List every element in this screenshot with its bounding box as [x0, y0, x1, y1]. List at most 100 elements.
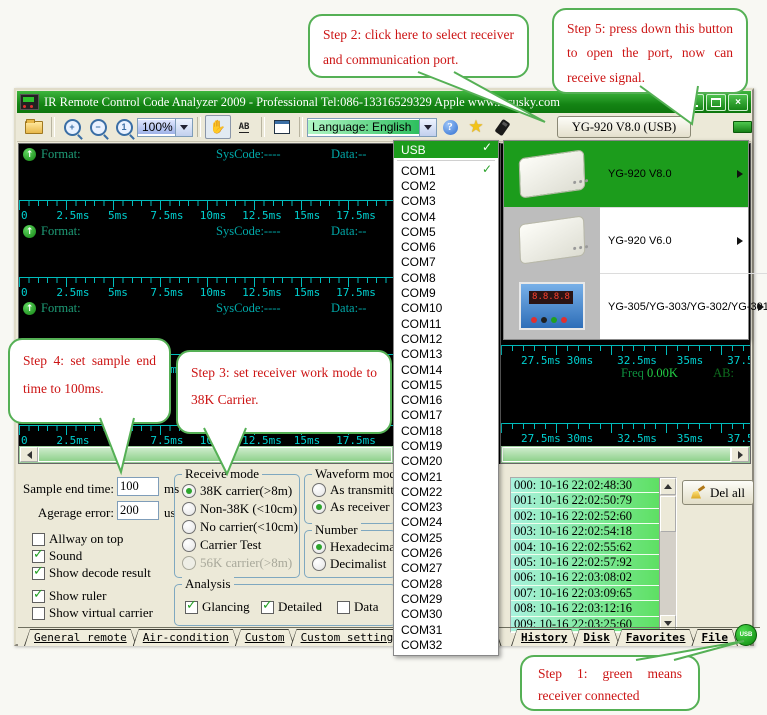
- com-menu-item-com27[interactable]: COM27: [394, 561, 498, 576]
- tab-custom[interactable]: Custom: [235, 629, 295, 646]
- radio-no-carrier-10cm-[interactable]: No carrier(<10cm): [182, 519, 298, 535]
- ruler-tick-label: 32.5ms: [617, 432, 657, 445]
- history-list-item[interactable]: 001: 10-16 22:02:50:79: [511, 493, 676, 508]
- com-menu-item-com4[interactable]: COM4: [394, 209, 498, 224]
- radio-as-receiver[interactable]: As receiver: [312, 499, 390, 515]
- com-menu-item-com6[interactable]: COM6: [394, 239, 498, 254]
- com-menu-item-com23[interactable]: COM23: [394, 500, 498, 515]
- checkbox-box: ✓: [32, 567, 45, 580]
- checkbox-detailed[interactable]: ✓Detailed: [261, 599, 322, 615]
- checkbox-sound[interactable]: ✓Sound: [32, 548, 82, 564]
- radio-non-38k-10cm-[interactable]: Non-38K (<10cm): [182, 501, 297, 517]
- history-list-item[interactable]: 003: 10-16 22:02:54:18: [511, 524, 676, 539]
- com-menu-item-com9[interactable]: COM9: [394, 285, 498, 300]
- history-list-item[interactable]: 008: 10-16 22:03:12:16: [511, 601, 676, 616]
- tab-air-condition[interactable]: Air-condition: [133, 629, 239, 646]
- panel-window-button[interactable]: [269, 115, 295, 139]
- com-menu-item-com15[interactable]: COM15: [394, 377, 498, 392]
- scroll-up-button[interactable]: [660, 478, 676, 495]
- device-menu-item[interactable]: 8.8.8.8YG-305/YG-303/YG-302/YG-301: [504, 273, 748, 339]
- radio-decimalist[interactable]: Decimalist: [312, 556, 386, 572]
- com-menu-item-com24[interactable]: COM24: [394, 515, 498, 530]
- com-menu-item-com14[interactable]: COM14: [394, 362, 498, 377]
- scrollbar-track[interactable]: [502, 447, 731, 462]
- checkbox-label: Show decode result: [49, 565, 151, 581]
- radio-carrier-test[interactable]: Carrier Test: [182, 537, 261, 553]
- maximize-button[interactable]: [706, 94, 726, 111]
- history-vscrollbar[interactable]: [659, 478, 676, 632]
- history-list-item[interactable]: 006: 10-16 22:03:08:02: [511, 570, 676, 585]
- open-file-button[interactable]: [21, 115, 47, 139]
- zoom-level-select[interactable]: 100%: [137, 118, 193, 137]
- checkbox-show-decode-result[interactable]: ✓ Show decode result: [32, 565, 151, 581]
- scroll-left-button[interactable]: [20, 447, 38, 462]
- checkbox-show-virtual-carrier[interactable]: Show virtual carrier: [32, 605, 153, 621]
- device-menu-item[interactable]: YG-920 V6.0: [504, 207, 748, 273]
- freq-value: 0.00K: [647, 366, 678, 380]
- waveform-hscrollbar-right[interactable]: [501, 446, 750, 463]
- checkbox-show-ruler[interactable]: ✓Show ruler: [32, 588, 106, 604]
- measure-ab-icon: AB: [239, 122, 250, 133]
- com-menu-item-com26[interactable]: COM26: [394, 545, 498, 560]
- history-list-item[interactable]: 007: 10-16 22:03:09:65: [511, 586, 676, 601]
- checkbox-allway-on-top[interactable]: Allway on top: [32, 531, 123, 547]
- zoom-out-button[interactable]: −: [85, 115, 111, 139]
- com-menu-item-com10[interactable]: COM10: [394, 301, 498, 316]
- zoom-dropdown-button[interactable]: [175, 119, 192, 136]
- scroll-right-button[interactable]: [731, 447, 749, 462]
- com-menu-item-com20[interactable]: COM20: [394, 454, 498, 469]
- callout-step4: Step 4: set sample end time to 100ms.: [8, 338, 171, 424]
- history-list[interactable]: 000: 10-16 22:02:48:30001: 10-16 22:02:5…: [510, 477, 677, 633]
- com-menu-item-com28[interactable]: COM28: [394, 576, 498, 591]
- com-menu-item-com21[interactable]: COM21: [394, 469, 498, 484]
- radio-as-transmitter[interactable]: As transmitter: [312, 482, 404, 498]
- com-menu-item-com12[interactable]: COM12: [394, 331, 498, 346]
- checkbox-glancing[interactable]: ✓Glancing: [185, 599, 250, 615]
- com-menu-item-com31[interactable]: COM31: [394, 622, 498, 637]
- com-menu-item-com29[interactable]: COM29: [394, 591, 498, 606]
- com-menu-item-com32[interactable]: COM32: [394, 637, 498, 652]
- com-menu-item-com17[interactable]: COM17: [394, 408, 498, 423]
- com-menu-item-com13[interactable]: COM13: [394, 347, 498, 362]
- sample-end-time-input[interactable]: [117, 477, 159, 496]
- scrollbar-thumb[interactable]: [660, 496, 676, 532]
- com-menu-item-com22[interactable]: COM22: [394, 484, 498, 499]
- radio-label: Hexadecimal: [330, 539, 399, 555]
- tab-disk[interactable]: Disk: [573, 629, 620, 646]
- delete-all-button[interactable]: Del all: [682, 480, 754, 505]
- tab-history[interactable]: History: [511, 629, 577, 646]
- radio-56k-carrier-8m-[interactable]: 56K carrier(>8m): [182, 555, 292, 571]
- tab-general-remote[interactable]: General remote: [24, 629, 137, 646]
- com-menu-item-com8[interactable]: COM8: [394, 270, 498, 285]
- com-menu-item-com19[interactable]: COM19: [394, 438, 498, 453]
- com-menu-item-com11[interactable]: COM11: [394, 316, 498, 331]
- open-port-button[interactable]: [733, 121, 752, 133]
- history-list-item[interactable]: 005: 10-16 22:02:57:92: [511, 555, 676, 570]
- close-button[interactable]: ×: [728, 94, 748, 111]
- history-list-item[interactable]: 000: 10-16 22:02:48:30: [511, 478, 676, 493]
- com-menu-item-com2[interactable]: COM2: [394, 178, 498, 193]
- tab-custom-settings[interactable]: Custom settings: [291, 629, 410, 646]
- zoom-in-button[interactable]: +: [59, 115, 85, 139]
- com-menu-item-com16[interactable]: COM16: [394, 392, 498, 407]
- zoom-actual-button[interactable]: 1: [111, 115, 137, 139]
- history-list-item[interactable]: 002: 10-16 22:02:52:60: [511, 509, 676, 524]
- com-menu-item-usb[interactable]: USB✓: [394, 141, 498, 158]
- average-error-input[interactable]: [117, 501, 159, 520]
- com-menu-item-com30[interactable]: COM30: [394, 607, 498, 622]
- radio-38k-carrier-8m-[interactable]: 38K carrier(>8m): [182, 483, 292, 499]
- history-list-item[interactable]: 004: 10-16 22:02:55:62: [511, 540, 676, 555]
- com-menu-item-com3[interactable]: COM3: [394, 194, 498, 209]
- com-menu-item-com5[interactable]: COM5: [394, 224, 498, 239]
- com-menu-item-com7[interactable]: COM7: [394, 255, 498, 270]
- device-menu-item[interactable]: YG-920 V8.0: [504, 141, 748, 207]
- hand-pan-button[interactable]: ✋: [205, 115, 231, 139]
- arrow-down-icon: [664, 621, 672, 626]
- com-menu-item-com18[interactable]: COM18: [394, 423, 498, 438]
- measure-ab-button[interactable]: AB: [231, 115, 257, 139]
- com-menu-item-com25[interactable]: COM25: [394, 530, 498, 545]
- sample-end-time-label: Sample end time:: [22, 481, 114, 497]
- radio-hexadecimal[interactable]: Hexadecimal: [312, 539, 399, 555]
- checkbox-data[interactable]: Data: [337, 599, 379, 615]
- com-menu-item-com1[interactable]: COM1✓: [394, 163, 498, 178]
